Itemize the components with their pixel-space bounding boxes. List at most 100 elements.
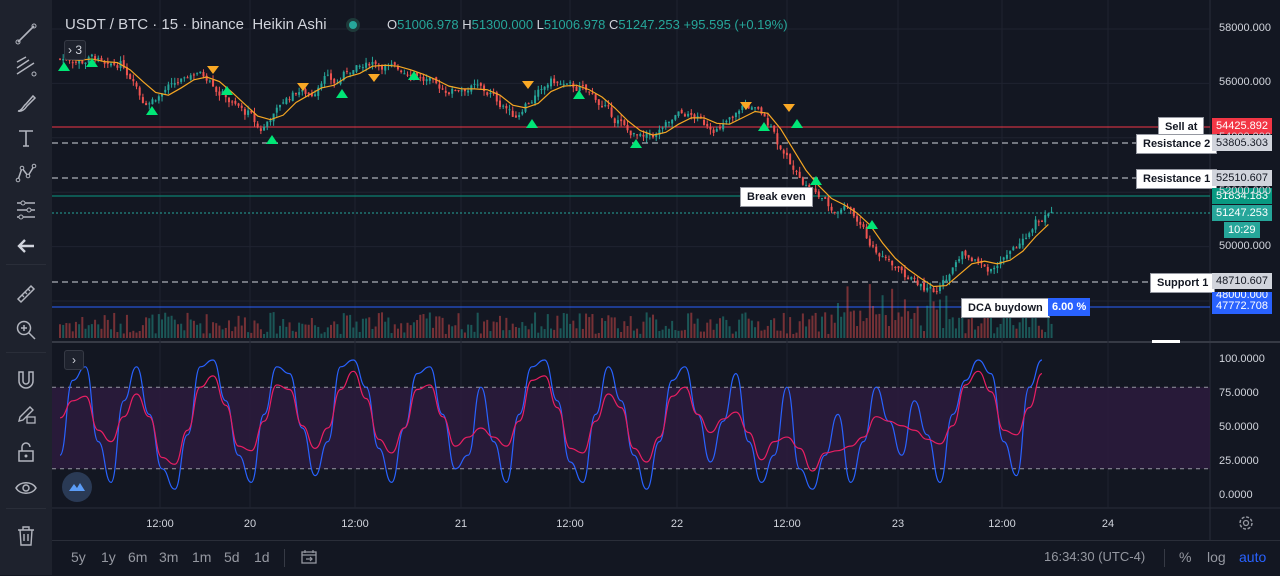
volume-bar <box>1012 325 1015 338</box>
eye-icon[interactable] <box>10 474 42 502</box>
clock-timezone[interactable]: 16:34:30 (UTC-4) <box>1044 549 1145 564</box>
candle-body <box>709 127 712 130</box>
candle-body <box>447 92 450 94</box>
volume-bar <box>250 332 253 338</box>
volume-bar <box>492 321 495 338</box>
bar-countdown-label: 10:29 <box>1224 222 1260 238</box>
pattern-icon[interactable] <box>10 160 42 188</box>
volume-bar <box>687 313 690 338</box>
breakeven-annotation[interactable]: Break even <box>740 187 813 207</box>
candle-body <box>626 124 629 131</box>
volume-bar <box>113 312 116 338</box>
candle-body <box>457 89 460 92</box>
resistance2-annotation[interactable]: Resistance 2 <box>1136 134 1218 154</box>
magnet-icon[interactable] <box>10 366 42 394</box>
volume-bar <box>119 323 122 338</box>
candle-body <box>451 88 454 94</box>
resistance1-annotation[interactable]: Resistance 1 <box>1136 169 1218 189</box>
volume-bar <box>135 332 138 338</box>
candle-body <box>734 112 737 118</box>
candle-body <box>215 87 218 92</box>
lock-pencil-icon[interactable] <box>10 400 42 428</box>
trend-line-icon[interactable] <box>10 20 42 48</box>
ruler-icon[interactable] <box>10 280 42 308</box>
range-1y-button[interactable]: 1y <box>101 549 116 565</box>
candle-body <box>1041 220 1043 222</box>
support1-annotation[interactable]: Support 1 <box>1150 273 1216 293</box>
volume-bar <box>836 303 839 338</box>
candle-body <box>852 208 855 217</box>
range-6m-button[interactable]: 6m <box>128 549 147 565</box>
date-range-icon[interactable] <box>300 549 318 570</box>
candle-body <box>970 257 973 262</box>
settings-gear-icon[interactable] <box>1237 514 1255 532</box>
volume-bar <box>623 321 626 338</box>
volume-bar <box>929 284 932 338</box>
text-icon[interactable] <box>10 124 42 152</box>
candle-body <box>374 61 377 64</box>
candle-body <box>875 246 878 253</box>
brush-icon[interactable] <box>10 89 42 117</box>
unlock-icon[interactable] <box>10 438 42 466</box>
volume-bar <box>483 321 486 338</box>
range-3m-button[interactable]: 3m <box>159 549 178 565</box>
candle-body <box>294 93 297 95</box>
volume-bar <box>734 331 737 338</box>
volume-bar <box>125 314 128 338</box>
volume-bar <box>231 331 234 338</box>
volume-bar <box>655 319 658 338</box>
symbol-label[interactable]: USDT / BTC <box>65 16 148 33</box>
volume-bar <box>932 301 935 338</box>
volume-bar <box>575 328 578 338</box>
chart-canvas[interactable] <box>52 0 1280 540</box>
range-1d-button[interactable]: 1d <box>254 549 270 565</box>
candle-body <box>278 104 281 108</box>
volume-bar <box>524 325 527 338</box>
candle-body <box>840 209 843 214</box>
back-arrow-icon[interactable] <box>10 232 42 260</box>
volume-bar <box>336 324 339 338</box>
volume-bar <box>1050 323 1053 338</box>
pane-separator-handle[interactable] <box>1152 340 1180 343</box>
candle-body <box>821 198 824 200</box>
volume-bar <box>333 321 336 338</box>
volume-bar <box>696 318 699 338</box>
range-1m-button[interactable]: 1m <box>192 549 211 565</box>
volume-bar <box>986 314 989 338</box>
fib-icon[interactable] <box>10 52 42 80</box>
volume-bar <box>110 329 113 338</box>
volume-bar <box>508 330 511 338</box>
tradingview-logo-icon[interactable] <box>62 472 92 502</box>
candle-body <box>805 184 808 186</box>
interval-label[interactable]: 15 <box>161 16 178 33</box>
percent-scale-toggle[interactable]: % <box>1179 549 1191 565</box>
dca-percent-badge[interactable]: 6.00 % <box>1048 298 1091 316</box>
volume-bar <box>368 317 371 338</box>
candle-body <box>473 83 476 85</box>
oscillator-toggle-button[interactable]: › <box>64 350 84 370</box>
candle-body <box>326 74 329 76</box>
volume-bar <box>256 323 259 338</box>
volume-bar <box>648 317 651 338</box>
volume-bar <box>349 314 352 338</box>
candle-body <box>145 103 148 106</box>
forecast-icon[interactable] <box>10 196 42 224</box>
candle-body <box>945 279 948 282</box>
volume-bar <box>658 331 661 338</box>
range-5y-button[interactable]: 5y <box>71 549 86 565</box>
zoom-in-icon[interactable] <box>10 316 42 344</box>
dca-annotation[interactable]: DCA buydown <box>961 298 1050 318</box>
auto-scale-toggle[interactable]: auto <box>1239 549 1266 565</box>
trash-icon[interactable] <box>10 522 42 550</box>
range-5d-button[interactable]: 5d <box>224 549 240 565</box>
log-scale-toggle[interactable]: log <box>1207 549 1226 565</box>
chart-style-label: Heikin Ashi <box>252 16 327 33</box>
volume-bar <box>891 288 894 338</box>
candle-body <box>479 83 482 86</box>
high-key: H <box>462 17 472 32</box>
chart-area[interactable]: USDT / BTC · 15 · binance Heikin Ashi O5… <box>52 0 1280 540</box>
volume-bar <box>830 314 833 338</box>
indicators-toggle-button[interactable]: › 3 <box>64 40 86 60</box>
volume-bar <box>1005 317 1008 338</box>
volume-bar <box>629 316 632 338</box>
